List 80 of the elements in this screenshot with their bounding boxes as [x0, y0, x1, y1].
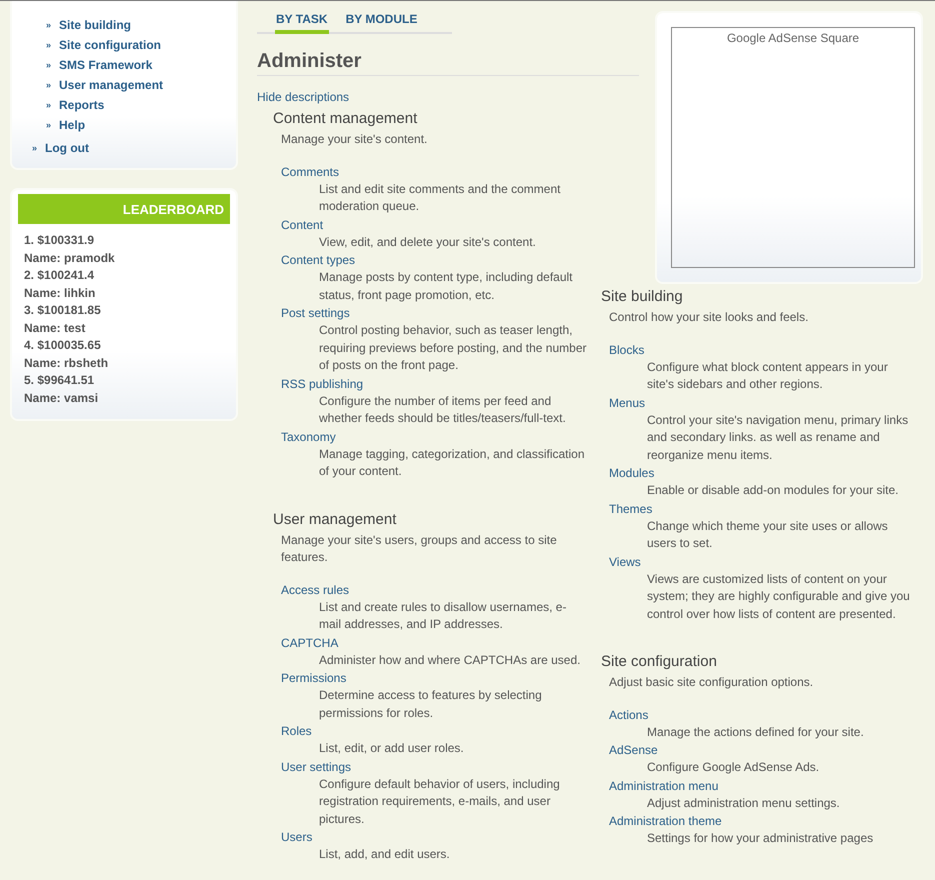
- bullet-marker: »: [32, 143, 38, 153]
- nav-link[interactable]: SMS Framework: [59, 58, 152, 72]
- link-description: Manage the actions defined for your site.: [647, 724, 865, 740]
- admin-link[interactable]: Administration theme: [609, 812, 722, 830]
- link-description: Settings for how your administrative pages: [647, 830, 874, 847]
- admin-link[interactable]: Content types: [281, 251, 356, 269]
- admin-link[interactable]: AdSense: [609, 741, 658, 759]
- link-description: Configure Google AdSense Ads.: [647, 759, 820, 776]
- link-description: Manage posts by content type, including default status, front page promotion, etc.: [319, 269, 574, 304]
- leaderboard-header: LEADERBOARD: [18, 194, 230, 224]
- section-description: Manage your site's content.: [281, 131, 428, 148]
- nav-link[interactable]: Reports: [59, 98, 104, 112]
- admin-link[interactable]: Actions: [609, 706, 648, 724]
- admin-link[interactable]: CAPTCHA: [281, 634, 338, 652]
- section-title: Site building: [601, 288, 684, 305]
- link-description: Configure the number of items per feed and whether feeds should be titles/teasers/full-text.: [319, 392, 567, 427]
- page-title: Administer: [257, 50, 639, 76]
- leaderboard-name: Name: pramodk: [24, 250, 116, 266]
- admin-link[interactable]: Post settings: [281, 304, 350, 322]
- link-description: Configure default behavior of users, including registration requirements, e-mails, and user pictures.: [319, 776, 561, 828]
- admin-link[interactable]: Themes: [609, 500, 652, 518]
- link-description: Control posting behavior, such as teaser length, requiring previews before posting, and the number of posts on the front page.: [319, 322, 587, 374]
- leaderboard-amount: 3. $100181.85: [24, 302, 102, 319]
- nav-link[interactable]: User management: [59, 78, 164, 92]
- leaderboard-amount: 4. $100035.65: [24, 337, 102, 354]
- nav-link[interactable]: Site configuration: [59, 38, 162, 52]
- link-description: List and create rules to disallow usernames, e-mail addresses, and IP addresses.: [319, 598, 568, 633]
- nav-link[interactable]: Help: [59, 118, 86, 132]
- leaderboard-name: Name: test: [24, 320, 86, 336]
- bullet-marker: »: [46, 120, 52, 130]
- admin-link[interactable]: Menus: [609, 394, 646, 412]
- ad-label: Google AdSense Square: [726, 31, 860, 47]
- bullet-marker: »: [46, 100, 52, 110]
- admin-link[interactable]: Content: [281, 216, 324, 234]
- link-description: List and edit site comments and the comment moderation queue.: [319, 180, 562, 215]
- link-description: Determine access to features by selecting permissions for roles.: [319, 687, 543, 722]
- section-title: Site configuration: [601, 653, 718, 670]
- admin-link[interactable]: Taxonomy: [281, 428, 336, 446]
- link-description: Configure what block content appears in your site's sidebars and other regions.: [647, 358, 889, 393]
- tab[interactable]: BY MODULE: [344, 11, 418, 34]
- admin-link[interactable]: RSS publishing: [281, 374, 364, 392]
- link-description: Change which theme your site uses or allows users to set.: [647, 518, 889, 552]
- link-description: Adjust administration menu settings.: [647, 794, 841, 812]
- admin-link[interactable]: User settings: [281, 758, 352, 776]
- section-description: Control how your site looks and feels.: [609, 309, 810, 326]
- nav-link[interactable]: Site building: [59, 18, 132, 32]
- link-description: Administer how and where CAPTCHAs are used.: [319, 652, 582, 668]
- bullet-marker: »: [46, 80, 52, 90]
- admin-link[interactable]: Administration menu: [609, 776, 718, 794]
- section-description: Adjust basic site configuration options.: [609, 674, 814, 691]
- leaderboard-name: Name: vamsi: [24, 390, 100, 406]
- logout-link[interactable]: Log out: [45, 141, 89, 155]
- leaderboard-amount: 5. $99641.51: [24, 372, 96, 389]
- link-description: Views are customized lists of content on your system; they are highly configurable and give you control over how lists of content are presented.: [647, 570, 911, 622]
- leaderboard-name: Name: rbsheth: [24, 354, 110, 372]
- leaderboard-amount: 1. $100331.9: [24, 232, 96, 249]
- link-description: Enable or disable add-on modules for your site.: [647, 482, 900, 499]
- link-description: List, add, and edit users.: [319, 846, 451, 863]
- link-description: Manage tagging, categorization, and classification of your content.: [319, 446, 586, 480]
- tab[interactable]: BY TASK: [275, 11, 329, 34]
- bullet-marker: »: [46, 20, 52, 30]
- bullet-marker: »: [46, 60, 52, 70]
- section-description: Manage your site's users, groups and access to site features.: [281, 532, 558, 566]
- admin-link[interactable]: Views: [609, 552, 641, 570]
- toggle-link[interactable]: Hide descriptions: [257, 90, 589, 104]
- admin-link[interactable]: Users: [281, 828, 312, 846]
- leaderboard-amount: 2. $100241.4: [24, 267, 96, 284]
- link-description: List, edit, or add user roles.: [319, 740, 465, 757]
- admin-link[interactable]: Modules: [609, 464, 654, 482]
- section-title: User management: [273, 510, 398, 528]
- link-description: View, edit, and delete your site's content.: [319, 234, 537, 250]
- admin-link[interactable]: Blocks: [609, 340, 644, 358]
- leaderboard-name: Name: lihkin: [24, 284, 96, 302]
- admin-link[interactable]: Comments: [281, 162, 340, 180]
- bullet-marker: »: [46, 40, 52, 50]
- admin-link[interactable]: Access rules: [281, 580, 350, 598]
- section-title: Content management: [273, 110, 418, 127]
- admin-link[interactable]: Permissions: [281, 669, 346, 687]
- link-description: Control your site's navigation menu, primary links and secondary links. as well as rename and reorganize menu items.: [647, 412, 910, 464]
- admin-link[interactable]: Roles: [281, 722, 312, 740]
